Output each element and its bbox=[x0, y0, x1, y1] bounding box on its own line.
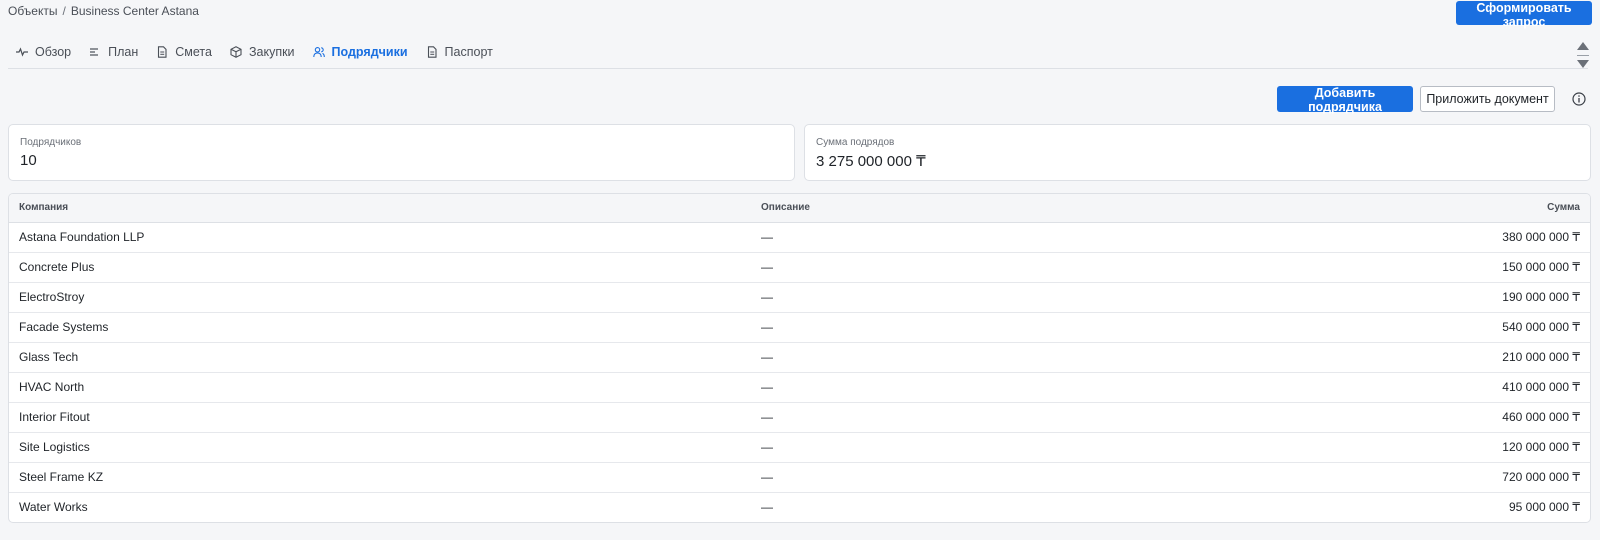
tab-label: План bbox=[108, 45, 139, 59]
cell-sum: 540 000 000 ₸ bbox=[1390, 312, 1590, 343]
cell-company: Astana Foundation LLP bbox=[9, 222, 751, 253]
contracts-sum-card: Сумма подрядов 3 275 000 000 ₸ bbox=[804, 124, 1591, 181]
contractors-count-card: Подрядчиков 10 bbox=[8, 124, 795, 181]
generate-request-button[interactable]: Сформировать запрос bbox=[1456, 1, 1592, 29]
tab-procurement[interactable]: Закупки bbox=[221, 40, 304, 64]
column-header-description[interactable]: Описание bbox=[751, 194, 1390, 223]
cell-company: Water Works bbox=[19, 500, 88, 515]
scroll-down-icon[interactable] bbox=[1577, 60, 1589, 68]
cell-company: Site Logistics bbox=[9, 432, 751, 463]
cell-description: — bbox=[751, 462, 1390, 493]
tab-label: Обзор bbox=[35, 45, 72, 59]
tab-passport[interactable]: Паспорт bbox=[417, 40, 502, 64]
cell-sum: 95 000 000 ₸ bbox=[1508, 500, 1580, 515]
cell-sum: 380 000 000 ₸ bbox=[1390, 222, 1590, 253]
tab-label: Паспорт bbox=[444, 45, 493, 59]
document-icon bbox=[158, 46, 167, 58]
users-icon bbox=[312, 47, 325, 58]
info-icon[interactable] bbox=[1572, 92, 1586, 106]
breadcrumb-separator: / bbox=[62, 4, 66, 18]
table-row[interactable]: ElectroStroy — 190 000 000 ₸ bbox=[9, 282, 1590, 313]
list-icon bbox=[90, 48, 99, 56]
tab-label: Смета bbox=[175, 45, 212, 59]
cell-sum: 210 000 000 ₸ bbox=[1390, 342, 1590, 373]
contractors-count-label: Подрядчиков bbox=[20, 137, 82, 148]
contracts-sum-label: Сумма подрядов bbox=[816, 137, 895, 148]
action-bar: Добавить подрядчика Приложить документ bbox=[1277, 86, 1586, 114]
cell-description: — bbox=[761, 500, 773, 515]
cell-description: — bbox=[751, 312, 1390, 343]
cell-sum: 150 000 000 ₸ bbox=[1390, 252, 1590, 283]
cell-description: — bbox=[751, 372, 1390, 403]
cell-sum: 460 000 000 ₸ bbox=[1390, 402, 1590, 433]
cell-sum: 120 000 000 ₸ bbox=[1390, 432, 1590, 463]
tab-label: Закупки bbox=[248, 45, 295, 59]
cell-description: — bbox=[751, 282, 1390, 313]
activity-icon bbox=[16, 47, 28, 57]
add-contractor-button[interactable]: Добавить подрядчика bbox=[1277, 86, 1413, 114]
column-header-company[interactable]: Компания bbox=[9, 194, 751, 223]
tab-overview[interactable]: Обзор bbox=[8, 40, 80, 64]
table-header-row: Компания Описание Сумма bbox=[9, 194, 1590, 223]
tab-plan[interactable]: План bbox=[80, 40, 147, 64]
breadcrumb-current: Business Center Astana bbox=[70, 4, 199, 18]
table-row[interactable]: Facade Systems — 540 000 000 ₸ bbox=[9, 312, 1590, 343]
box-icon bbox=[230, 46, 242, 58]
cell-description: — bbox=[751, 432, 1390, 463]
cell-description: — bbox=[751, 342, 1390, 373]
tab-label: Подрядчики bbox=[331, 45, 408, 59]
table-row[interactable]: Astana Foundation LLP — 380 000 000 ₸ bbox=[9, 222, 1590, 253]
cell-sum: 720 000 000 ₸ bbox=[1390, 462, 1590, 493]
breadcrumb-parent-link[interactable]: Объекты bbox=[8, 4, 58, 18]
cell-description: — bbox=[751, 252, 1390, 283]
cell-company: ElectroStroy bbox=[9, 282, 751, 313]
table-row[interactable]: Interior Fitout — 460 000 000 ₸ bbox=[9, 402, 1590, 433]
attach-document-button[interactable]: Приложить документ bbox=[1420, 86, 1555, 112]
cell-company: Glass Tech bbox=[9, 342, 751, 373]
contracts-sum-value: 3 275 000 000 ₸ bbox=[816, 153, 926, 170]
contractors-count-value: 10 bbox=[20, 152, 37, 169]
table-row[interactable]: Steel Frame KZ — 720 000 000 ₸ bbox=[9, 462, 1590, 493]
cell-company: HVAC North bbox=[9, 372, 751, 403]
column-header-sum[interactable]: Сумма bbox=[1390, 194, 1590, 223]
scroll-up-icon[interactable] bbox=[1577, 42, 1589, 50]
tab-contractors[interactable]: Подрядчики bbox=[304, 40, 417, 64]
cell-sum: 410 000 000 ₸ bbox=[1390, 372, 1590, 403]
tab-estimate[interactable]: Смета bbox=[147, 40, 221, 64]
cell-company: Facade Systems bbox=[9, 312, 751, 343]
table-row[interactable]: Concrete Plus — 150 000 000 ₸ bbox=[9, 252, 1590, 283]
breadcrumb: Объекты / Business Center Astana bbox=[8, 4, 199, 18]
contractors-table: Компания Описание Сумма Astana Foundatio… bbox=[8, 193, 1591, 523]
document-icon bbox=[427, 46, 437, 58]
cell-company: Steel Frame KZ bbox=[9, 462, 751, 493]
table-row[interactable]: Water Works — 95 000 000 ₸ bbox=[9, 492, 1590, 522]
cell-company: Concrete Plus bbox=[9, 252, 751, 283]
table-row[interactable]: HVAC North — 410 000 000 ₸ bbox=[9, 372, 1590, 403]
scroll-arrows[interactable] bbox=[1577, 42, 1589, 68]
cell-sum: 190 000 000 ₸ bbox=[1390, 282, 1590, 313]
table-row[interactable]: Glass Tech — 210 000 000 ₸ bbox=[9, 342, 1590, 373]
tab-bar: Обзор План Смета Закупки Подрядчики Пасп… bbox=[8, 40, 1588, 69]
cell-company: Interior Fitout bbox=[9, 402, 751, 433]
cell-description: — bbox=[751, 222, 1390, 253]
table-row[interactable]: Site Logistics — 120 000 000 ₸ bbox=[9, 432, 1590, 463]
cell-description: — bbox=[751, 402, 1390, 433]
scroll-divider bbox=[1577, 54, 1589, 56]
